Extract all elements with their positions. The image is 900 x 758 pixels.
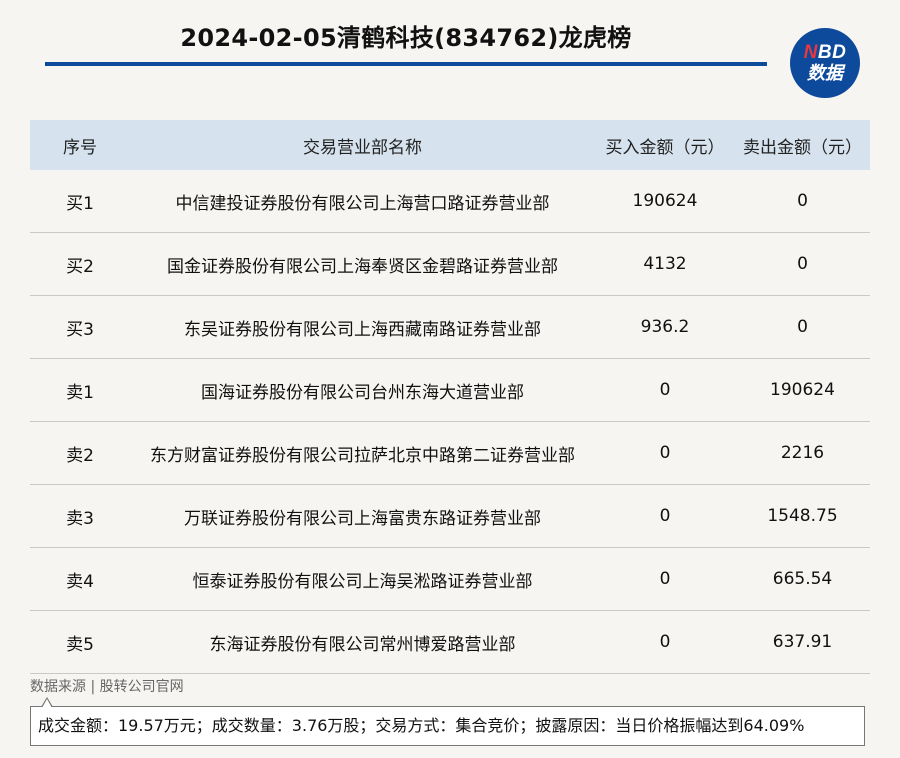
sell-amount-cell: 0	[735, 232, 870, 296]
sell-amount-cell: 637.91	[735, 610, 870, 674]
buy-amount-cell: 0	[595, 610, 735, 674]
buy-amount-cell: 4132	[595, 232, 735, 296]
rank-cell: 买1	[30, 170, 130, 233]
col-header-rank: 序号	[30, 120, 130, 170]
dragon-tiger-table: 序号 交易营业部名称 买入金额（元） 卖出金额（元） 买1 中信建投证券股份有限…	[30, 120, 870, 674]
page-title: 2024-02-05清鹤科技(834762)龙虎榜	[180, 24, 632, 52]
table-row: 卖1 国海证券股份有限公司台州东海大道营业部 0 190624	[30, 358, 870, 422]
sell-amount-cell: 1548.75	[735, 484, 870, 548]
buy-amount-cell: 0	[595, 547, 735, 611]
sell-amount-cell: 0	[735, 170, 870, 233]
broker-cell: 恒泰证券股份有限公司上海吴淞路证券营业部	[130, 547, 595, 611]
logo-text-data: 数据	[807, 62, 843, 83]
trade-summary-text: 成交金额：19.57万元；成交数量：3.76万股；交易方式：集合竞价；披露原因：…	[38, 716, 805, 735]
buy-amount-cell: 190624	[595, 170, 735, 233]
table-row: 卖4 恒泰证券股份有限公司上海吴淞路证券营业部 0 665.54	[30, 547, 870, 611]
sell-amount-cell: 0	[735, 295, 870, 359]
sell-amount-cell: 190624	[735, 358, 870, 422]
buy-amount-cell: 936.2	[595, 295, 735, 359]
buy-amount-cell: 0	[595, 421, 735, 485]
table-row: 卖2 东方财富证券股份有限公司拉萨北京中路第二证券营业部 0 2216	[30, 421, 870, 485]
broker-cell: 东海证券股份有限公司常州博爱路营业部	[130, 610, 595, 674]
rank-cell: 买3	[30, 295, 130, 359]
rank-cell: 卖4	[30, 547, 130, 611]
rank-cell: 卖1	[30, 358, 130, 422]
logo-letter-n: N	[803, 41, 818, 63]
broker-cell: 万联证券股份有限公司上海富贵东路证券营业部	[130, 484, 595, 548]
table-row: 买2 国金证券股份有限公司上海奉贤区金碧路证券营业部 4132 0	[30, 232, 870, 296]
trade-summary-box: 成交金额：19.57万元；成交数量：3.76万股；交易方式：集合竞价；披露原因：…	[30, 697, 865, 746]
table-row: 买1 中信建投证券股份有限公司上海营口路证券营业部 190624 0	[30, 170, 870, 233]
buy-amount-cell: 0	[595, 358, 735, 422]
col-header-sell: 卖出金额（元）	[735, 120, 870, 170]
buy-amount-cell: 0	[595, 484, 735, 548]
table-header-row: 序号 交易营业部名称 买入金额（元） 卖出金额（元）	[30, 120, 870, 170]
title-underline	[45, 62, 767, 66]
broker-cell: 国海证券股份有限公司台州东海大道营业部	[130, 358, 595, 422]
nbd-data-logo: NBD 数据	[790, 28, 860, 98]
table-row: 卖5 东海证券股份有限公司常州博爱路营业部 0 637.91	[30, 610, 870, 674]
col-header-buy: 买入金额（元）	[595, 120, 735, 170]
data-source-label: 数据来源 | 股转公司官网	[30, 679, 184, 695]
broker-cell: 国金证券股份有限公司上海奉贤区金碧路证券营业部	[130, 232, 595, 296]
col-header-broker: 交易营业部名称	[130, 120, 595, 170]
table-row: 卖3 万联证券股份有限公司上海富贵东路证券营业部 0 1548.75	[30, 484, 870, 548]
sell-amount-cell: 2216	[735, 421, 870, 485]
rank-cell: 卖2	[30, 421, 130, 485]
rank-cell: 卖3	[30, 484, 130, 548]
table-row: 买3 东吴证券股份有限公司上海西藏南路证券营业部 936.2 0	[30, 295, 870, 359]
rank-cell: 卖5	[30, 610, 130, 674]
broker-cell: 东吴证券股份有限公司上海西藏南路证券营业部	[130, 295, 595, 359]
rank-cell: 买2	[30, 232, 130, 296]
sell-amount-cell: 665.54	[735, 547, 870, 611]
logo-letters-bd: BD	[817, 41, 847, 63]
broker-cell: 中信建投证券股份有限公司上海营口路证券营业部	[130, 170, 595, 233]
broker-cell: 东方财富证券股份有限公司拉萨北京中路第二证券营业部	[130, 421, 595, 485]
